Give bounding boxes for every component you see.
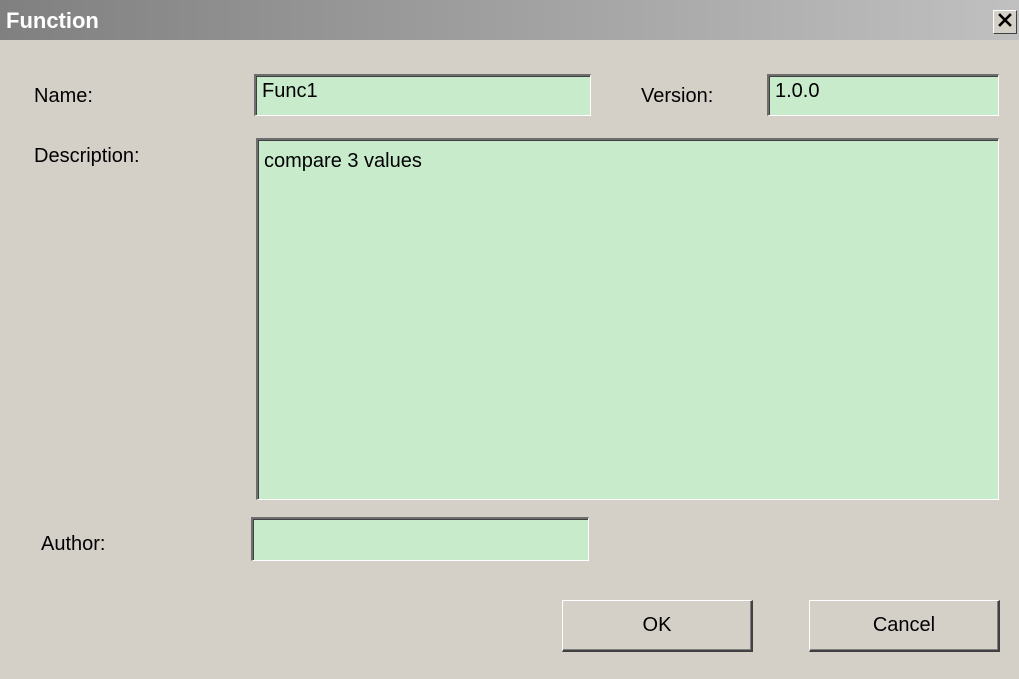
version-label: Version: — [641, 85, 714, 107]
author-label: Author: — [41, 533, 106, 555]
close-button[interactable] — [993, 10, 1017, 34]
cancel-button[interactable]: Cancel — [809, 600, 1000, 652]
ok-button-label: OK — [642, 614, 672, 636]
name-label: Name: — [34, 85, 93, 107]
cancel-button-label: Cancel — [872, 614, 936, 636]
window-title: Function — [6, 8, 99, 33]
author-field[interactable] — [251, 517, 589, 561]
close-icon — [997, 12, 1013, 33]
function-dialog: Function Name: Func1 Version: 1.0.0 Desc… — [0, 0, 1019, 679]
ok-button[interactable]: OK — [562, 600, 753, 652]
description-label: Description: — [34, 145, 140, 167]
name-field[interactable]: Func1 — [254, 74, 591, 116]
title-bar[interactable]: Function — [0, 0, 1019, 40]
description-textarea[interactable]: compare 3 values — [256, 138, 999, 500]
version-field[interactable]: 1.0.0 — [767, 74, 999, 116]
